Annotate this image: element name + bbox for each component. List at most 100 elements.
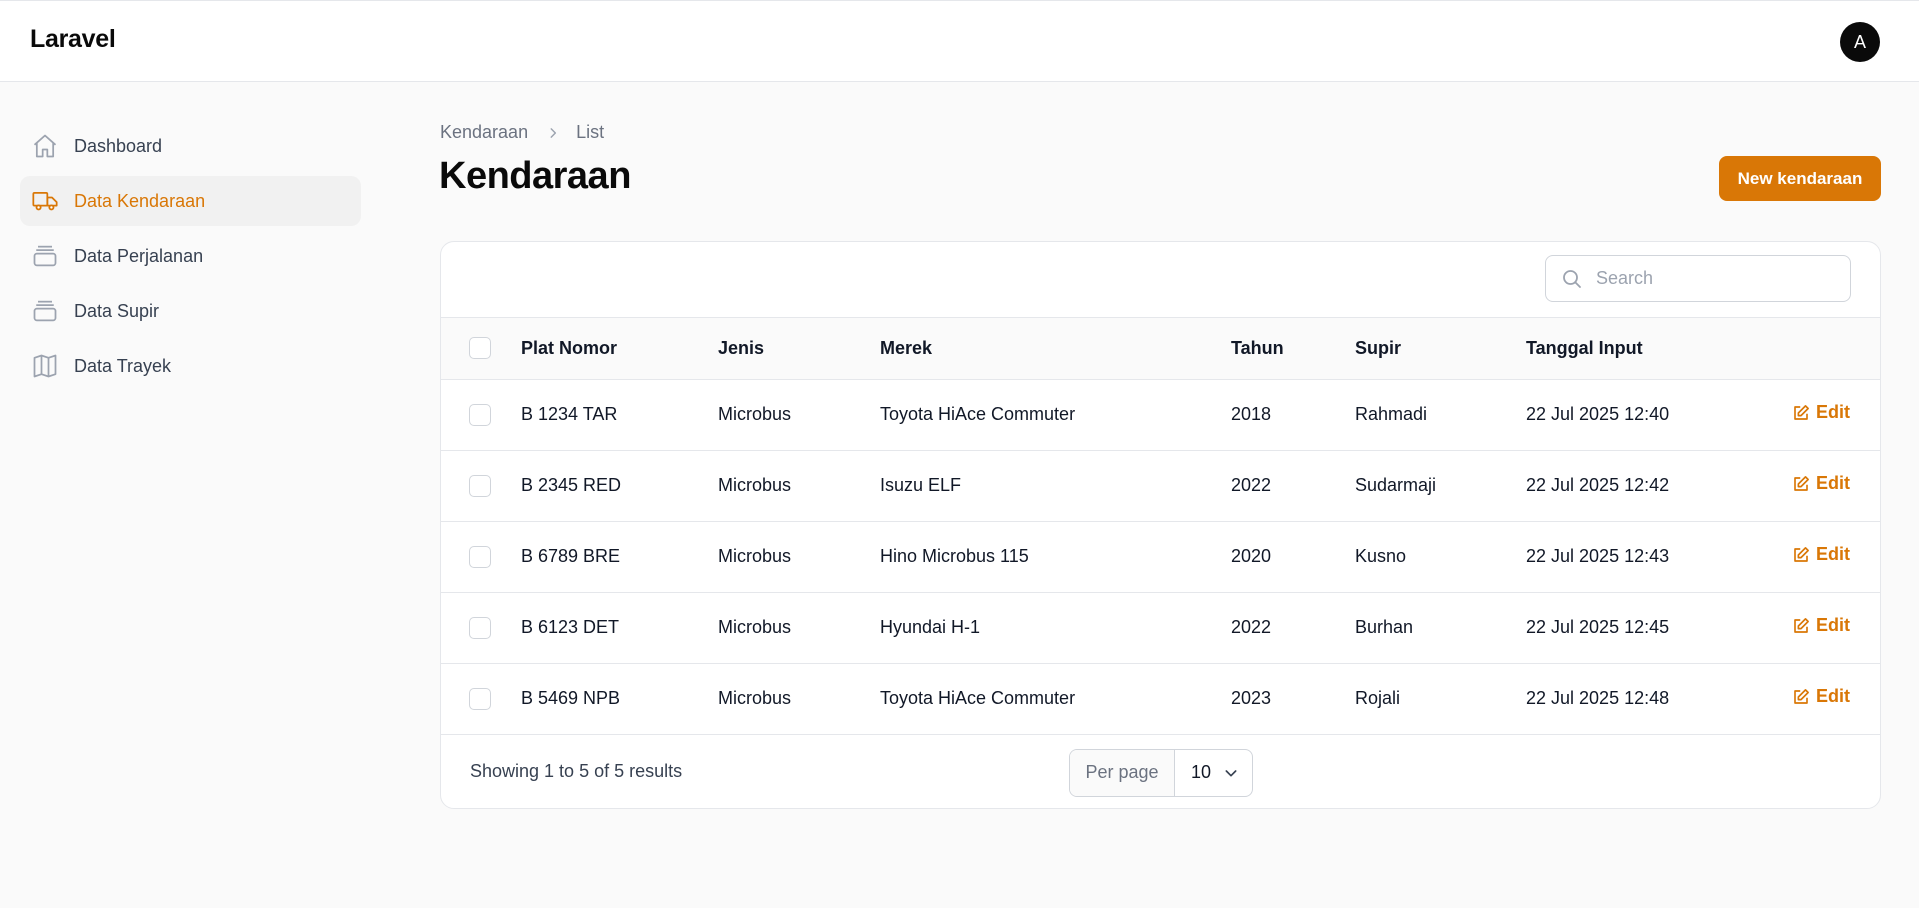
cell-merek: Toyota HiAce Commuter — [880, 688, 1076, 708]
chevron-right-icon — [546, 126, 560, 140]
per-page-value: 10 — [1191, 762, 1212, 782]
edit-icon — [1794, 546, 1809, 562]
brand-logo[interactable]: Laravel — [30, 25, 116, 54]
edit-button[interactable]: Edit — [1792, 686, 1850, 707]
sidebar-item-label: Data Kendaraan — [74, 190, 206, 211]
column-header[interactable]: Supir — [1355, 318, 1526, 379]
cell-jenis: Microbus — [718, 688, 792, 708]
edit-icon — [1794, 404, 1809, 420]
sidebar-item-data-kendaraan[interactable]: Data Kendaraan — [20, 176, 361, 226]
table-row[interactable]: B 1234 TAR Microbus Toyota HiAce Commute… — [441, 379, 1880, 450]
sidebar-item-dashboard[interactable]: Dashboard — [20, 121, 361, 171]
page-title: Kendaraan — [439, 155, 631, 197]
cell-plat-nomor: B 5469 NPB — [521, 688, 621, 708]
per-page-control: Per page 10 — [1069, 748, 1253, 797]
edit-icon — [1794, 688, 1809, 704]
cell-jenis: Microbus — [718, 404, 792, 424]
sidebar-item-data-trayek[interactable]: Data Trayek — [20, 341, 361, 391]
sidebar-item-label: Data Trayek — [74, 355, 172, 376]
column-header[interactable]: Jenis — [718, 318, 880, 379]
map-icon — [31, 352, 59, 380]
search-box[interactable] — [1545, 255, 1851, 302]
column-header[interactable]: Plat Nomor — [521, 318, 718, 379]
sidebar-item-data-perjalanan[interactable]: Data Perjalanan — [20, 231, 361, 281]
per-page-select[interactable]: 10 — [1175, 750, 1252, 796]
cell-tahun: 2018 — [1231, 404, 1272, 424]
table-row[interactable]: B 6789 BRE Microbus Hino Microbus 115 20… — [441, 521, 1880, 592]
cell-jenis: Microbus — [718, 617, 792, 637]
column-header[interactable]: Tahun — [1231, 318, 1355, 379]
column-header[interactable]: Tanggal Input — [1526, 318, 1756, 379]
row-checkbox[interactable] — [469, 616, 491, 639]
edit-button[interactable]: Edit — [1792, 544, 1850, 565]
search-icon — [1560, 267, 1596, 291]
row-checkbox[interactable] — [469, 545, 491, 568]
edit-label: Edit — [1816, 615, 1850, 636]
table-row[interactable]: B 5469 NPB Microbus Toyota HiAce Commute… — [441, 663, 1880, 734]
sidebar-item-label: Dashboard — [74, 135, 163, 156]
cell-supir: Rahmadi — [1355, 404, 1428, 424]
data-table: Plat Nomor Jenis Merek Tahun Supir Tangg… — [441, 318, 1880, 735]
cell-tahun: 2022 — [1231, 475, 1272, 495]
cell-tanggal-input: 22 Jul 2025 12:43 — [1526, 546, 1670, 566]
cell-tahun: 2023 — [1231, 688, 1272, 708]
row-checkbox[interactable] — [469, 403, 491, 426]
cell-supir: Rojali — [1355, 688, 1401, 708]
cell-plat-nomor: B 1234 TAR — [521, 404, 618, 424]
stack-icon — [31, 242, 59, 270]
sidebar-item-label: Data Perjalanan — [74, 245, 204, 266]
cell-supir: Sudarmaji — [1355, 475, 1437, 495]
cell-jenis: Microbus — [718, 475, 792, 495]
cell-tanggal-input: 22 Jul 2025 12:40 — [1526, 404, 1670, 424]
row-checkbox[interactable] — [469, 687, 491, 710]
cell-merek: Toyota HiAce Commuter — [880, 404, 1076, 424]
per-page-label: Per page — [1070, 749, 1175, 796]
new-kendaraan-button[interactable]: New kendaraan — [1719, 156, 1881, 201]
search-input[interactable] — [1596, 268, 1836, 289]
cell-merek: Hyundai H-1 — [880, 617, 981, 637]
edit-label: Edit — [1816, 544, 1850, 565]
cell-supir: Burhan — [1355, 617, 1414, 637]
cell-plat-nomor: B 6789 BRE — [521, 546, 621, 566]
sidebar-item-label: Data Supir — [74, 300, 160, 321]
table-toolbar — [441, 242, 1880, 318]
chevron-down-icon — [1225, 769, 1237, 776]
cell-plat-nomor: B 2345 RED — [521, 475, 622, 495]
cell-jenis: Microbus — [718, 546, 792, 566]
breadcrumb-parent[interactable]: Kendaraan — [440, 122, 528, 143]
table-row[interactable]: B 2345 RED Microbus Isuzu ELF 2022 Sudar… — [441, 450, 1880, 521]
table-footer: Showing 1 to 5 of 5 results Per page 10 — [441, 735, 1880, 809]
cell-tanggal-input: 22 Jul 2025 12:45 — [1526, 617, 1670, 637]
breadcrumb-current: List — [576, 122, 605, 142]
row-checkbox[interactable] — [469, 474, 491, 497]
cell-tahun: 2022 — [1231, 617, 1272, 637]
select-all-checkbox[interactable] — [469, 337, 491, 360]
edit-label: Edit — [1816, 473, 1850, 494]
cell-merek: Hino Microbus 115 — [880, 546, 1029, 566]
column-header[interactable]: Merek — [880, 318, 1231, 379]
edit-button[interactable]: Edit — [1792, 615, 1850, 636]
table-card: Plat Nomor Jenis Merek Tahun Supir Tangg… — [440, 241, 1881, 809]
cell-supir: Kusno — [1355, 546, 1407, 566]
cell-tahun: 2020 — [1231, 546, 1272, 566]
edit-label: Edit — [1816, 402, 1850, 423]
cell-tanggal-input: 22 Jul 2025 12:48 — [1526, 688, 1670, 708]
cell-merek: Isuzu ELF — [880, 475, 962, 495]
home-icon — [31, 132, 59, 160]
table-row[interactable]: B 6123 DET Microbus Hyundai H-1 2022 Bur… — [441, 592, 1880, 663]
top-bar: Laravel A — [0, 0, 1919, 82]
edit-label: Edit — [1816, 686, 1850, 707]
sidebar: Dashboard Data Kendaraan Data Perjalanan… — [20, 121, 361, 396]
cell-plat-nomor: B 6123 DET — [521, 617, 620, 637]
edit-icon — [1794, 475, 1809, 491]
breadcrumb: Kendaraan List — [440, 122, 604, 143]
user-avatar[interactable]: A — [1840, 22, 1880, 62]
edit-button[interactable]: Edit — [1792, 473, 1850, 494]
sidebar-item-data-supir[interactable]: Data Supir — [20, 286, 361, 336]
truck-icon — [31, 187, 59, 215]
cell-tanggal-input: 22 Jul 2025 12:42 — [1526, 475, 1670, 495]
stack-icon — [31, 297, 59, 325]
edit-icon — [1794, 617, 1809, 633]
edit-button[interactable]: Edit — [1792, 402, 1850, 423]
results-summary: Showing 1 to 5 of 5 results — [470, 760, 683, 781]
